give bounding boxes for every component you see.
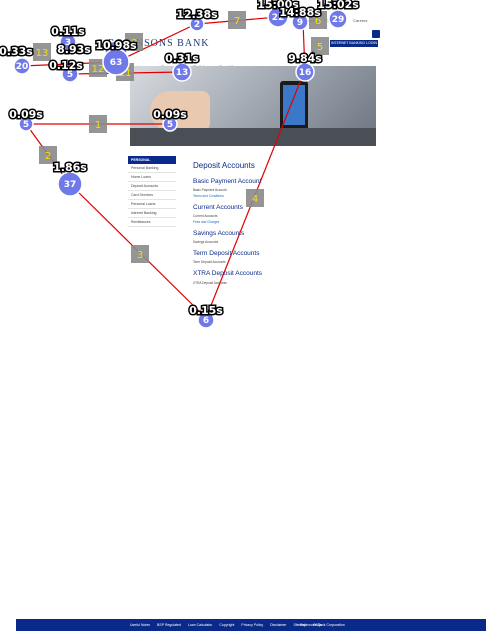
order-number: 5: [317, 42, 323, 53]
order-number: 3: [137, 250, 143, 261]
fixation-number: 5: [67, 70, 73, 80]
sidebar-item[interactable]: Deposit Accounts: [128, 182, 176, 191]
section-heading: Basic Payment Account: [193, 177, 262, 185]
fixation-marker: [18, 116, 34, 132]
sidebar-heading: PERSONAL: [128, 156, 176, 164]
fixation-duration: 12.38s: [176, 8, 218, 21]
section-subheading: Basic Payment Account: [193, 188, 227, 193]
footer-link[interactable]: Disclaimer: [270, 623, 286, 627]
section-subheading: Term Deposit Accounts: [193, 260, 226, 265]
fixation-marker: [59, 33, 77, 51]
fixation-duration: 0.11s: [51, 25, 85, 38]
fixation-marker: [57, 171, 83, 197]
fixation-duration: 15:02s: [317, 0, 359, 11]
hero-keyboard: [130, 128, 376, 146]
fixation-duration: 15:00s: [257, 0, 299, 11]
fixation-marker: [189, 16, 205, 32]
internet-banking-button[interactable]: INTERNET BANKING LOGIN: [330, 40, 378, 47]
order-number: 7: [234, 16, 240, 27]
order-number: 13: [36, 48, 49, 59]
sidebar-item[interactable]: Card Services: [128, 191, 176, 200]
section-subheading: Savings Accounts: [193, 240, 219, 245]
order-square: [33, 43, 51, 61]
fixation-number: 2: [194, 20, 200, 30]
order-square: [39, 146, 57, 164]
footer: Useful Notes BSP Regulated Loan Calculat…: [16, 619, 486, 631]
fixation-duration: 0.09s: [9, 108, 43, 121]
sidebar-item[interactable]: Personal Banking: [128, 164, 176, 173]
sidebar-item[interactable]: Personal Loans: [128, 200, 176, 209]
footer-links: Useful Notes BSP Regulated Loan Calculat…: [130, 619, 328, 631]
fixation-number: 37: [64, 180, 77, 190]
section-subheading: Current Accounts: [193, 214, 218, 219]
order-square: [311, 37, 329, 55]
section-heading: Term Deposit Accounts: [193, 250, 260, 258]
hero-phone: [280, 81, 308, 131]
section-heading: Savings Accounts: [193, 230, 245, 237]
bank-logo[interactable]: ROBINSONS BANK: [108, 38, 210, 49]
terms-link[interactable]: Terms and Conditions: [193, 194, 378, 199]
fixation-number: 22: [272, 13, 285, 23]
order-number: 1: [95, 120, 101, 131]
top-link-contact[interactable]: Contact Us: [326, 18, 346, 23]
search-icon[interactable]: [372, 30, 380, 38]
fees-link[interactable]: Fees and Charges: [193, 220, 378, 225]
sidebar-item[interactable]: Remittances: [128, 218, 176, 227]
fixation-marker: [267, 6, 289, 28]
nav-personal[interactable]: Personal: [100, 64, 116, 69]
fixation-marker: [61, 65, 79, 83]
sidebar-item[interactable]: Home Loans: [128, 173, 176, 182]
order-number: 2: [45, 151, 51, 162]
hero-banner: [130, 66, 376, 146]
fixation-number: 20: [16, 62, 29, 72]
fixation-duration: 8.93s: [57, 43, 91, 56]
hero-hand: [150, 91, 210, 131]
order-square: [89, 115, 107, 133]
footer-link[interactable]: Privacy Policy: [241, 623, 263, 627]
footer-link[interactable]: BSP Regulated: [157, 623, 181, 627]
footer-copyright: Robinsons Bank Corporation: [300, 623, 345, 627]
fixation-duration: 0.33s: [0, 45, 33, 58]
fixation-duration: 0.15s: [189, 304, 223, 317]
fixation-marker: [197, 311, 215, 329]
sidebar-item[interactable]: Internet Banking: [128, 209, 176, 218]
fixation-duration: 0.12s: [49, 59, 83, 72]
fixation-number: 3: [65, 38, 71, 48]
top-link-newsroom[interactable]: Newsroom: [300, 18, 319, 23]
section-subheading: XTRA Deposit Accounts: [193, 280, 227, 285]
fixation-marker: [13, 57, 31, 75]
order-square: [131, 245, 149, 263]
page-title: Deposit Accounts: [193, 161, 255, 170]
footer-link[interactable]: Loan Calculator: [188, 623, 213, 627]
fixation-duration: 1.86s: [53, 161, 87, 174]
fixation-number: 5: [23, 120, 29, 130]
top-link-careers[interactable]: Careers: [353, 18, 367, 23]
section-heading: XTRA Deposit Accounts: [193, 270, 263, 278]
sidebar: PERSONAL Personal Banking Home Loans Dep…: [128, 156, 176, 227]
footer-link[interactable]: Useful Notes: [130, 623, 150, 627]
main-nav: Personal Business Corporate Digital Abou…: [100, 55, 378, 69]
order-square: [228, 11, 246, 29]
footer-link[interactable]: Copyright: [219, 623, 234, 627]
main-content: Deposit Accounts Basic Payment Account B…: [193, 160, 378, 287]
section-heading: Current Accounts: [193, 203, 243, 211]
top-links: Newsroom Contact Us Careers: [300, 18, 373, 23]
fixation-number: 6: [203, 316, 209, 326]
